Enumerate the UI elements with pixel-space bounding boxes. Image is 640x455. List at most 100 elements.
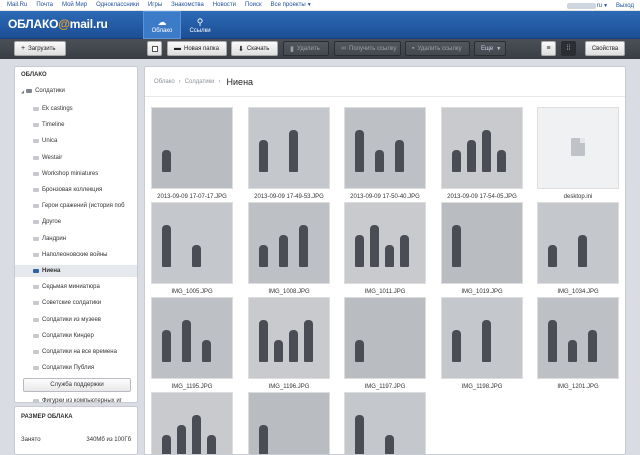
photo-thumbnail[interactable] bbox=[151, 107, 233, 189]
photo-thumbnail[interactable] bbox=[537, 202, 619, 284]
sidebar-folder-item[interactable]: Солдатики Публия bbox=[15, 362, 137, 374]
photo-thumbnail[interactable] bbox=[151, 202, 233, 284]
new-folder-button[interactable]: ▬ Новая папка bbox=[167, 41, 227, 56]
support-button[interactable]: Служба поддержки bbox=[23, 378, 131, 392]
photo-thumbnail[interactable] bbox=[248, 392, 330, 454]
file-name-label[interactable]: IMG_1005.JPG bbox=[145, 289, 240, 295]
sidebar-folder-item[interactable]: Седьмая миниатюра bbox=[15, 281, 137, 293]
photo-thumbnail[interactable] bbox=[441, 107, 523, 189]
file-name-label[interactable]: IMG_1196.JPG bbox=[241, 384, 337, 390]
photo-thumbnail[interactable] bbox=[248, 297, 330, 379]
figurine-silhouette bbox=[259, 320, 268, 362]
topnav-link-mailru[interactable]: Mail.Ru bbox=[7, 2, 27, 8]
topnav-link-all-projects[interactable]: Все проекты▼ bbox=[271, 2, 312, 8]
sidebar-folder-item[interactable]: Timeline bbox=[15, 119, 137, 131]
folder-icon bbox=[33, 139, 39, 144]
folder-icon bbox=[26, 89, 33, 93]
sidebar-folder-item[interactable]: Фигурки из компьютерных иг bbox=[15, 395, 137, 407]
tab-cloud[interactable]: ☁ Облако bbox=[143, 11, 181, 39]
tree-root-soldatiki[interactable]: ◢ Солдатики bbox=[15, 85, 137, 97]
topnav-link-news[interactable]: Новости bbox=[213, 2, 236, 8]
file-name-label[interactable]: 2013-09-09 17-54-05.JPG bbox=[434, 194, 530, 200]
logo-text-post: mail.ru bbox=[69, 17, 108, 31]
sidebar-folder-item[interactable]: Солдатики Киндер bbox=[15, 330, 137, 342]
folder-icon bbox=[33, 107, 39, 111]
sidebar-folder-item[interactable]: Ландрин bbox=[15, 233, 137, 245]
cloud-mailru-logo[interactable]: ОБЛАКО@mail.ru bbox=[8, 17, 108, 31]
topnav-link-myworld[interactable]: Мой Мир bbox=[62, 2, 87, 8]
sidebar-folder-item[interactable]: Unica bbox=[15, 135, 137, 147]
sidebar-folder-item[interactable]: Workshop miniatures bbox=[15, 168, 137, 180]
delete-button[interactable]: ▮ Удалить bbox=[283, 41, 329, 56]
breadcrumb-root[interactable]: Облако bbox=[154, 79, 175, 85]
figurine-silhouette bbox=[548, 320, 557, 362]
file-name-label[interactable]: IMG_1034.JPG bbox=[530, 289, 625, 295]
account-domain: ru bbox=[596, 2, 603, 9]
file-name-label[interactable]: desktop.ini bbox=[530, 194, 625, 200]
folder-icon bbox=[33, 285, 39, 290]
remove-link-button[interactable]: ▪ Удалить ссылку bbox=[405, 41, 470, 56]
photo-thumbnail[interactable] bbox=[344, 297, 426, 379]
sidebar-folder-item[interactable]: Советские солдатики bbox=[15, 297, 137, 309]
sidebar-folder-label: Unica bbox=[42, 138, 58, 145]
chevron-down-icon: ▼ bbox=[306, 2, 312, 8]
sidebar-folder-label: Ландрин bbox=[42, 235, 67, 242]
sidebar-folder-item[interactable]: Ek castings bbox=[15, 103, 137, 115]
sidebar-folder-item[interactable]: Солдатики из музеев bbox=[15, 314, 137, 326]
account-email[interactable]: xxxxxxxxx bbox=[566, 2, 596, 9]
breadcrumb-parent[interactable]: Солдатики bbox=[185, 79, 215, 85]
file-name-label[interactable]: IMG_1011.JPG bbox=[337, 289, 433, 295]
photo-thumbnail[interactable] bbox=[441, 297, 523, 379]
sidebar-folder-item[interactable]: Бронзовая коллекция bbox=[15, 184, 137, 196]
file-name-label[interactable]: 2013-09-09 17-07-17.JPG bbox=[145, 194, 240, 200]
sidebar-folder-item[interactable]: Westair bbox=[15, 152, 137, 164]
photo-thumbnail[interactable] bbox=[151, 392, 233, 454]
sidebar-folder-item[interactable]: Герои сражений (история поб bbox=[15, 200, 137, 212]
file-thumbnail[interactable] bbox=[537, 107, 619, 189]
photo-thumbnail[interactable] bbox=[344, 202, 426, 284]
photo-thumbnail[interactable] bbox=[248, 107, 330, 189]
photo-thumbnail[interactable] bbox=[344, 107, 426, 189]
file-name-label[interactable]: 2013-09-09 17-49-53.JPG bbox=[241, 194, 337, 200]
file-name-label[interactable]: IMG_1201.JPG bbox=[530, 384, 625, 390]
photo-thumbnail[interactable] bbox=[151, 297, 233, 379]
more-dropdown[interactable]: Еще ▼ bbox=[474, 41, 506, 56]
get-link-button[interactable]: ∞ Получить ссылку bbox=[334, 41, 401, 56]
all-projects-label: Все проекты bbox=[270, 2, 306, 8]
topnav-link-ok[interactable]: Одноклассники bbox=[96, 2, 139, 8]
photo-thumbnail[interactable] bbox=[248, 202, 330, 284]
figurine-silhouette bbox=[355, 340, 364, 362]
topnav-link-games[interactable]: Игры bbox=[148, 2, 162, 8]
file-name-label[interactable]: IMG_1198.JPG bbox=[434, 384, 530, 390]
logout-link[interactable]: Выход bbox=[616, 3, 634, 9]
folder-icon bbox=[33, 398, 39, 403]
upload-button[interactable]: + Загрузить bbox=[14, 41, 66, 56]
account-area: xxxxxxxxx ru ▼ Выход bbox=[566, 0, 640, 11]
file-name-label[interactable]: IMG_1008.JPG bbox=[241, 289, 337, 295]
select-all-checkbox[interactable] bbox=[147, 41, 162, 56]
topnav-link-mail[interactable]: Почта bbox=[36, 2, 53, 8]
tab-links[interactable]: ⚲ Ссылки bbox=[181, 11, 219, 39]
figurine-silhouette bbox=[289, 330, 298, 362]
photo-thumbnail[interactable] bbox=[344, 392, 426, 454]
grid-view-button[interactable]: ⁞⁞ bbox=[561, 41, 576, 56]
sidebar-folder-item[interactable]: Солдатики на все времена bbox=[15, 346, 137, 358]
file-name-label[interactable]: IMG_1019.JPG bbox=[434, 289, 530, 295]
sidebar-folder-item[interactable]: Другое bbox=[15, 216, 137, 228]
topnav-link-dating[interactable]: Знакомства bbox=[171, 2, 204, 8]
photo-thumbnail[interactable] bbox=[441, 202, 523, 284]
file-name-label[interactable]: 2013-09-09 17-50-40.JPG bbox=[337, 194, 433, 200]
photo-thumbnail[interactable] bbox=[537, 297, 619, 379]
download-button[interactable]: ⬇ Скачать bbox=[231, 41, 278, 56]
properties-button[interactable]: Свойства bbox=[585, 41, 625, 56]
topnav-link-search[interactable]: Поиск bbox=[245, 2, 262, 8]
sidebar-folder-label: Седьмая миниатюра bbox=[42, 284, 100, 291]
figurine-silhouette bbox=[192, 415, 201, 454]
list-view-button[interactable]: ≡ bbox=[541, 41, 556, 56]
sidebar-folder-item[interactable]: Ниена bbox=[15, 265, 137, 277]
account-chevron-down-icon[interactable]: ▼ bbox=[603, 3, 608, 9]
file-name-label[interactable]: IMG_1195.JPG bbox=[145, 384, 240, 390]
sidebar-folder-item[interactable]: Наполеоновские войны bbox=[15, 249, 137, 261]
file-name-label[interactable]: IMG_1197.JPG bbox=[337, 384, 433, 390]
cloud-icon: ☁ bbox=[157, 16, 167, 27]
